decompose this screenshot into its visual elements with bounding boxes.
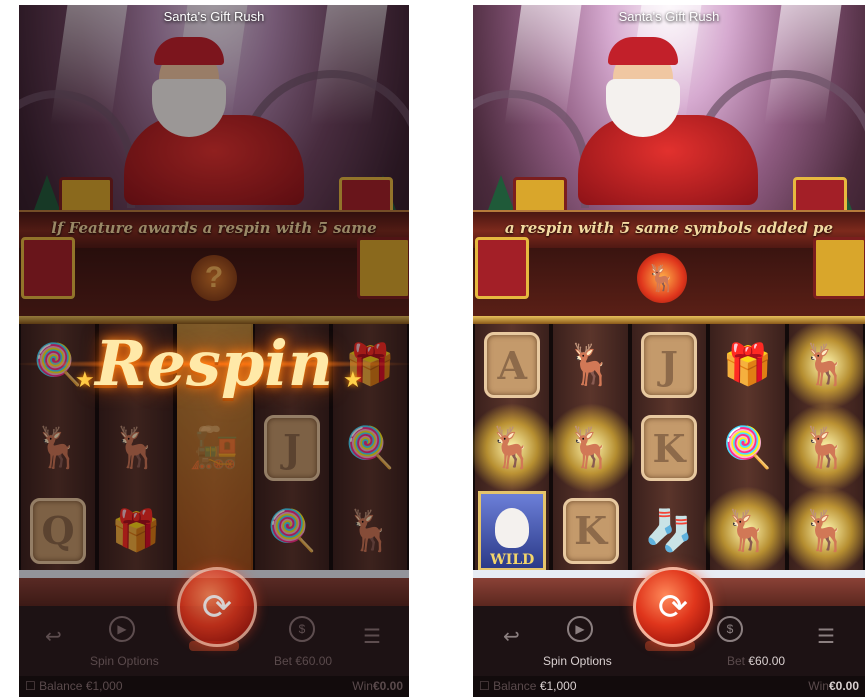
reel-cell: 🦌 xyxy=(780,485,865,576)
win-display: Win€0.00 xyxy=(808,676,859,697)
reel-column: 🦌 🦌 🦌 xyxy=(780,320,865,576)
reel-cell: 🦌 xyxy=(780,320,865,411)
reindeer-icon: 🦌 xyxy=(800,508,851,553)
play-icon[interactable]: ▶ xyxy=(567,616,593,642)
reel-cell: 🦌 xyxy=(780,403,865,493)
balance-bar: ☐ Balance €1,000 Win€0.00 xyxy=(473,676,865,697)
reel-cell: 🧦 xyxy=(632,489,706,572)
back-icon[interactable]: ↩ xyxy=(503,624,520,649)
reindeer-icon: 🦌 xyxy=(800,343,851,388)
game-title: Santa's Gift Rush xyxy=(618,9,720,24)
reel-cell: K xyxy=(632,407,706,490)
letter-k-symbol: K xyxy=(562,497,619,564)
bet-display[interactable]: Bet €60.00 xyxy=(727,654,785,668)
santa-face-icon xyxy=(495,507,530,548)
reel-column: 🦌 🦌 K xyxy=(545,324,636,572)
balance-value: €1,000 xyxy=(85,679,123,693)
win-value: €0.00 xyxy=(372,679,403,693)
win-display: Win€0.00 xyxy=(352,676,403,697)
balance-label: Balance xyxy=(493,679,537,693)
candy-cane-icon: 🍭 xyxy=(722,426,773,470)
reel-grid: A 🦌 WILD 🦌 🦌 K J K 🧦 🎁 🍭 🦌 🦌 🦌 🦌 xyxy=(473,320,865,576)
spin-options-button[interactable]: Spin Options xyxy=(90,654,159,668)
reel-cell: 🎁 xyxy=(710,324,784,407)
gift-box-decoration xyxy=(813,237,865,299)
game-title: Santa's Gift Rush xyxy=(163,9,265,24)
menu-icon[interactable]: ☰ xyxy=(363,624,381,649)
reindeer-icon: 🦌 xyxy=(487,426,538,470)
santa-character xyxy=(578,37,758,205)
balance-label: Balance xyxy=(39,679,83,693)
balance-display: ☐ Balance €1,000 xyxy=(25,679,123,693)
letter-k-symbol: K xyxy=(641,415,698,481)
bet-value: €60.00 xyxy=(295,654,333,668)
win-label: Win xyxy=(352,679,373,693)
wild-symbol: WILD xyxy=(478,490,547,571)
bet-coin-icon[interactable]: $ xyxy=(717,616,743,642)
scene-background: lf Feature awards a respin with 5 same ?… xyxy=(19,5,409,697)
reel-cell: 🦌 xyxy=(702,485,793,576)
letter-j-symbol: J xyxy=(641,332,698,399)
reel-cell: K xyxy=(553,489,627,572)
elf-orb-icon: 🦌 xyxy=(637,253,687,303)
reel-cell: 🍭 xyxy=(710,407,784,490)
spin-button[interactable]: ⟳ xyxy=(633,567,713,647)
win-value: €0.00 xyxy=(828,679,859,693)
wild-label: WILD xyxy=(490,551,535,568)
reindeer-icon: 🦌 xyxy=(565,426,616,470)
game-screen-left: lf Feature awards a respin with 5 same ?… xyxy=(19,5,409,697)
bet-label: Bet xyxy=(727,654,746,668)
spin-arrows-icon: ⟳ xyxy=(201,586,233,627)
spin-options-button[interactable]: Spin Options xyxy=(543,654,612,668)
bet-coin-icon[interactable]: $ xyxy=(289,616,315,642)
respin-banner: Respin xyxy=(95,327,333,400)
gift-box-decoration xyxy=(475,237,529,299)
reel-column: 🎁 🍭 🦌 xyxy=(702,324,793,576)
balance-display: ☐ Balance €1,000 xyxy=(479,679,577,693)
balance-bar: ☐ Balance €1,000 Win€0.00 xyxy=(19,676,409,697)
spin-button[interactable]: ⟳ xyxy=(177,567,257,647)
reindeer-icon: 🦌 xyxy=(565,343,616,388)
reindeer-icon: 🦌 xyxy=(800,426,851,470)
stocking-icon: 🧦 xyxy=(644,508,694,553)
reel-cell: 🦌 xyxy=(553,324,627,407)
reel-cell: 🦌 xyxy=(545,403,636,493)
menu-icon[interactable]: ☰ xyxy=(817,624,835,649)
feature-banner-text: a respin with 5 same symbols added pe xyxy=(504,219,834,237)
scene-background: a respin with 5 same symbols added pe 🦌 … xyxy=(473,5,865,697)
gift-box-icon: 🎁 xyxy=(722,343,773,388)
play-icon[interactable]: ▶ xyxy=(109,616,135,642)
back-icon[interactable]: ↩ xyxy=(45,624,62,649)
spin-arrows-icon: ⟳ xyxy=(657,586,689,627)
bet-display[interactable]: Bet €60.00 xyxy=(274,654,332,668)
reel-cell: WILD xyxy=(475,489,549,572)
bet-value: €60.00 xyxy=(748,654,786,668)
reel-cell: A xyxy=(475,324,549,407)
win-label: Win xyxy=(808,679,829,693)
game-screen-right: a respin with 5 same symbols added pe 🦌 … xyxy=(473,5,865,697)
bet-label: Bet xyxy=(274,654,293,668)
balance-value: €1,000 xyxy=(539,679,577,693)
reel-cell: J xyxy=(632,324,706,407)
reel-cell: 🦌 xyxy=(473,403,558,493)
letter-a-symbol: A xyxy=(484,332,541,399)
reel-column: J K 🧦 xyxy=(629,324,709,572)
reel-column: A 🦌 WILD xyxy=(473,324,558,572)
reindeer-icon: 🦌 xyxy=(722,508,773,553)
